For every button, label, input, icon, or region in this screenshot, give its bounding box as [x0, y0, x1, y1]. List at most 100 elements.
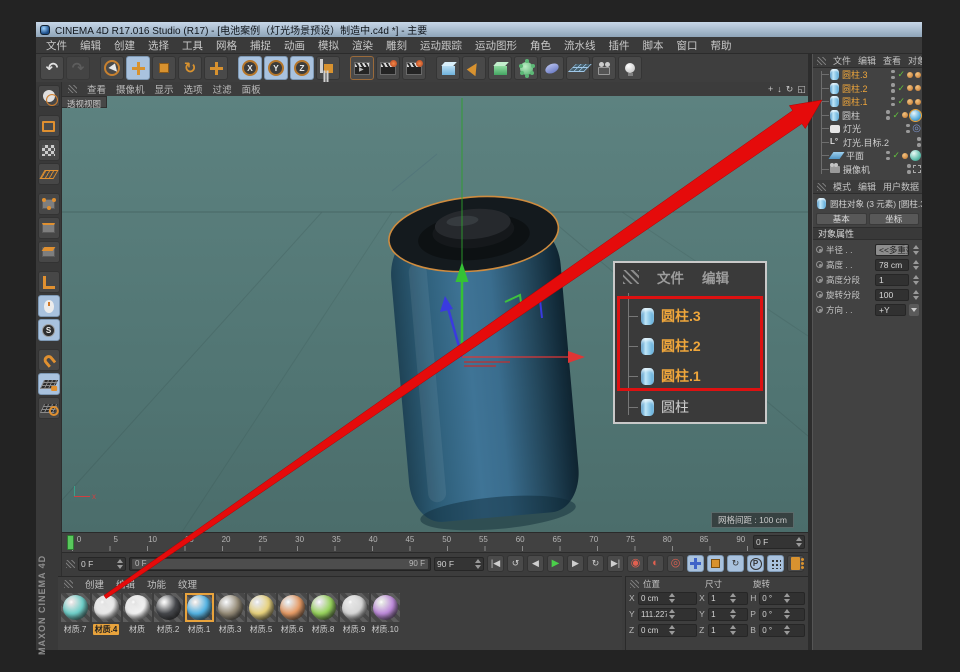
- protection-tag-icon[interactable]: [913, 165, 921, 173]
- tag-icon[interactable]: [915, 99, 921, 105]
- visibility-dots-icon[interactable]: [906, 124, 910, 134]
- workplane-mode-button[interactable]: [38, 163, 60, 185]
- size-x-input[interactable]: 1: [708, 592, 748, 605]
- battery-model[interactable]: [385, 190, 584, 532]
- material-tile[interactable]: 材质.3: [215, 593, 245, 635]
- record-position-button[interactable]: [687, 555, 704, 572]
- panel-handle-icon[interactable]: [68, 85, 77, 93]
- phong-tag-icon[interactable]: [902, 112, 908, 118]
- tag-icon[interactable]: [915, 72, 921, 78]
- menu-render[interactable]: 渲染: [352, 38, 373, 53]
- vp-menu-camera[interactable]: 摄像机: [116, 82, 145, 96]
- keyframe-circle-icon[interactable]: [816, 291, 823, 298]
- last-tool-button[interactable]: [204, 56, 228, 80]
- object-name[interactable]: 圆柱.3: [842, 68, 891, 81]
- record-button[interactable]: ◉: [627, 555, 644, 572]
- rotation-h-input[interactable]: 0 °: [759, 592, 805, 605]
- add-field-button[interactable]: [540, 56, 564, 80]
- panel-handle-icon[interactable]: [64, 580, 73, 588]
- stepper-icon[interactable]: [912, 275, 919, 285]
- dropdown-arrow-icon[interactable]: [909, 304, 919, 316]
- phong-tag-icon[interactable]: [907, 99, 913, 105]
- play-button[interactable]: ▶: [547, 555, 564, 572]
- mat-menu-texture[interactable]: 纹理: [178, 577, 197, 591]
- panel-handle-icon[interactable]: [817, 57, 826, 65]
- add-floor-button[interactable]: [566, 56, 590, 80]
- enabled-check-icon[interactable]: ✓: [892, 151, 900, 160]
- stepper-icon[interactable]: [912, 260, 919, 270]
- add-primitive-button[interactable]: [436, 56, 460, 80]
- tab-basic[interactable]: 基本: [816, 213, 867, 225]
- vp-menu-panel[interactable]: 面板: [242, 82, 261, 96]
- panel-handle-icon[interactable]: [66, 560, 75, 568]
- menu-pipeline[interactable]: 流水线: [564, 38, 596, 53]
- record-pla-button[interactable]: [767, 555, 784, 572]
- material-tile[interactable]: 材质.10: [370, 593, 400, 635]
- am-menu-userdata[interactable]: 用户数据: [883, 180, 919, 193]
- material-tag-icon[interactable]: [910, 150, 921, 161]
- object-name[interactable]: 圆柱.1: [842, 95, 891, 108]
- menu-mesh[interactable]: 网格: [216, 38, 237, 53]
- radius-input[interactable]: <<多重数: [875, 244, 909, 256]
- texture-mode-button[interactable]: [38, 139, 60, 161]
- render-view-button[interactable]: [350, 56, 374, 80]
- object-row-cylinder1[interactable]: 圆柱.1 ✓: [813, 95, 923, 109]
- goto-end-button[interactable]: ▶|: [607, 555, 624, 572]
- menu-snap[interactable]: 捕捉: [250, 38, 271, 53]
- add-camera-button[interactable]: [592, 56, 616, 80]
- keyframe-presets-button[interactable]: [787, 555, 804, 572]
- material-tile[interactable]: 材质.5: [246, 593, 276, 635]
- menu-window[interactable]: 窗口: [677, 38, 698, 53]
- render-settings-button[interactable]: [376, 56, 400, 80]
- material-tile[interactable]: 材质.8: [308, 593, 338, 635]
- size-z-input[interactable]: 1: [708, 624, 748, 637]
- position-z-input[interactable]: 0 cm: [638, 624, 697, 637]
- current-frame-spinner[interactable]: 0 F: [753, 535, 805, 549]
- add-light-button[interactable]: [618, 56, 642, 80]
- menu-animate[interactable]: 动画: [284, 38, 305, 53]
- enabled-check-icon[interactable]: ✓: [897, 97, 905, 106]
- loop-forward-button[interactable]: ↻: [587, 555, 604, 572]
- object-row-cylinder2[interactable]: 圆柱.2 ✓: [813, 82, 923, 96]
- add-spline-button[interactable]: [462, 56, 486, 80]
- panel-handle-icon[interactable]: [630, 580, 639, 588]
- model-mode-button[interactable]: [38, 115, 60, 137]
- keyframe-circle-icon[interactable]: [816, 276, 823, 283]
- material-tile[interactable]: 材质.4: [91, 593, 121, 635]
- rotate-view-icon[interactable]: ↻: [786, 85, 794, 94]
- material-tile[interactable]: 材质: [122, 593, 152, 635]
- undo-button[interactable]: ↶: [40, 56, 64, 80]
- toggle-panel-icon[interactable]: ◱: [797, 85, 806, 94]
- vp-menu-filter[interactable]: 过滤: [213, 82, 232, 96]
- planar-workplane-button[interactable]: [38, 397, 60, 419]
- enabled-check-icon[interactable]: ✓: [897, 84, 905, 93]
- record-scale-button[interactable]: [707, 555, 724, 572]
- lock-y-button[interactable]: Y: [264, 56, 288, 80]
- keyframe-circle-icon[interactable]: [816, 306, 823, 313]
- menu-file[interactable]: 文件: [46, 38, 67, 53]
- mat-menu-function[interactable]: 功能: [147, 577, 166, 591]
- material-tag-icon[interactable]: [910, 110, 921, 121]
- object-row-light-target[interactable]: L° 灯光.目标.2: [813, 136, 923, 150]
- phong-tag-icon[interactable]: [907, 72, 913, 78]
- menu-select[interactable]: 选择: [148, 38, 169, 53]
- visibility-dots-icon[interactable]: [917, 137, 921, 147]
- mat-menu-edit[interactable]: 编辑: [116, 577, 135, 591]
- tab-coordinates[interactable]: 坐标: [869, 213, 920, 225]
- stepper-icon[interactable]: [912, 290, 919, 300]
- vp-menu-display[interactable]: 显示: [155, 82, 174, 96]
- snap-button[interactable]: S: [38, 319, 60, 341]
- object-properties-section[interactable]: 对象属性: [813, 227, 922, 240]
- material-tile[interactable]: 材质.7: [60, 593, 90, 635]
- viewport-globe-button[interactable]: [38, 85, 60, 107]
- render-queue-button[interactable]: [402, 56, 426, 80]
- menu-edit[interactable]: 编辑: [80, 38, 101, 53]
- material-tile[interactable]: 材质.1: [184, 593, 214, 635]
- end-frame-spinner[interactable]: 90 F: [434, 557, 484, 571]
- object-name[interactable]: 平面: [846, 149, 886, 162]
- visibility-dots-icon[interactable]: [891, 83, 895, 93]
- om-menu-objects[interactable]: 对象: [908, 54, 922, 67]
- menu-tools[interactable]: 工具: [182, 38, 203, 53]
- autokey-button[interactable]: ◐: [647, 555, 664, 572]
- om-menu-file[interactable]: 文件: [833, 54, 851, 67]
